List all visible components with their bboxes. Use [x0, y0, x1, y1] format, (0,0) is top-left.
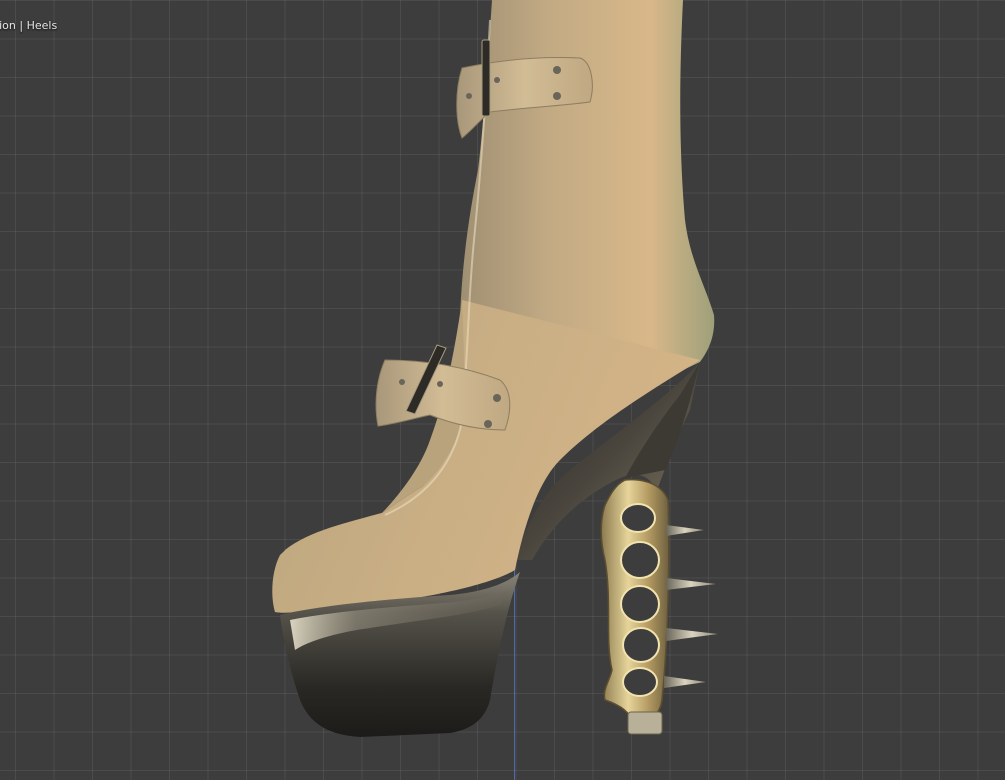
knuckle-heel: [600, 478, 670, 735]
heel-spikes: [664, 525, 718, 688]
boot-model[interactable]: [0, 0, 1005, 780]
3d-viewport[interactable]: pic ection | Heels: [0, 0, 1005, 780]
